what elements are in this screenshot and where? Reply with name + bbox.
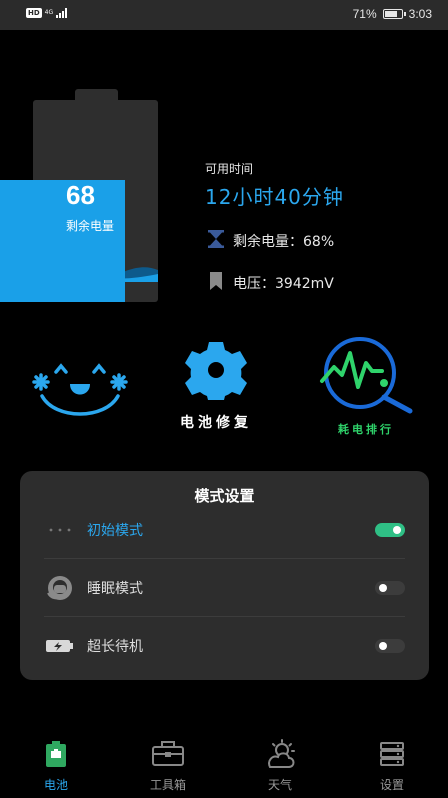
voltage-text: 电压：3942mV	[233, 276, 334, 292]
voltage-row: 电压：3942mV	[207, 271, 334, 295]
feature-power-ranking[interactable]: 耗电排行	[316, 337, 416, 437]
available-time-label: 可用时间	[205, 162, 254, 176]
toggle-initial[interactable]	[375, 522, 405, 537]
feature-label-repair: 电池修复	[180, 415, 252, 431]
feature-label-ranking: 耗电排行	[338, 423, 394, 436]
heartbeat-magnifier-icon	[320, 337, 413, 414]
status-left: HD 4G	[26, 8, 68, 18]
battery-level: 68	[66, 180, 95, 210]
network-type: 4G	[44, 9, 54, 16]
nav-item-toolbox[interactable]: 工具箱	[112, 738, 224, 798]
status-bar: HD 4G 71% 3:03	[0, 0, 448, 30]
status-battery-icon	[382, 9, 406, 19]
hd-badge: HD	[26, 8, 42, 18]
happy-face-icon	[32, 363, 128, 416]
toggle-sleep[interactable]	[375, 580, 405, 595]
dots-icon	[44, 514, 76, 546]
remaining-row: 剩余电量：68%	[207, 229, 334, 253]
nav-item-settings[interactable]: 设置	[336, 738, 448, 798]
nav-label-settings: 设置	[379, 778, 404, 792]
nav-label-weather: 天气	[267, 778, 292, 792]
available-time: 12小时40分钟	[205, 185, 344, 209]
bookmark-icon	[207, 271, 225, 295]
mode-label-sleep: 睡眠模式	[87, 580, 143, 597]
toolbox-icon	[151, 738, 185, 770]
mode-settings-panel: 模式设置 初始模式 睡眠模式 超长待机	[20, 471, 429, 680]
toggle-standby[interactable]	[375, 639, 405, 653]
mode-row-sleep[interactable]: 睡眠模式	[44, 559, 405, 617]
mode-label-initial: 初始模式	[87, 522, 143, 539]
nav-item-battery[interactable]: 电池	[0, 738, 112, 798]
battery-percent: 71%	[352, 7, 377, 21]
mode-row-standby[interactable]: 超长待机	[44, 617, 405, 675]
battery-icon	[44, 738, 68, 770]
headset-icon	[44, 572, 76, 604]
battery-remaining-label: 剩余电量	[66, 219, 115, 233]
bottom-nav: 电池 工具箱 天气 设置	[0, 738, 448, 798]
battery-charge-icon	[44, 630, 76, 662]
remaining-text: 剩余电量：68%	[233, 234, 335, 250]
mode-row-initial[interactable]: 初始模式	[44, 501, 405, 559]
battery-fill	[0, 180, 125, 302]
weather-icon	[262, 738, 298, 770]
clock: 3:03	[408, 7, 432, 21]
gear-icon	[185, 342, 247, 400]
hourglass-icon	[207, 229, 225, 253]
nav-label-toolbox: 工具箱	[149, 778, 186, 792]
settings-icon	[379, 738, 405, 770]
signal-icon	[56, 8, 68, 18]
nav-label-battery: 电池	[43, 778, 68, 792]
status-right: 71% 3:03	[353, 7, 432, 21]
feature-battery-repair[interactable]: 电池修复	[180, 340, 252, 432]
mode-label-standby: 超长待机	[87, 639, 143, 655]
nav-item-weather[interactable]: 天气	[224, 738, 336, 798]
feature-happy[interactable]	[30, 354, 130, 420]
